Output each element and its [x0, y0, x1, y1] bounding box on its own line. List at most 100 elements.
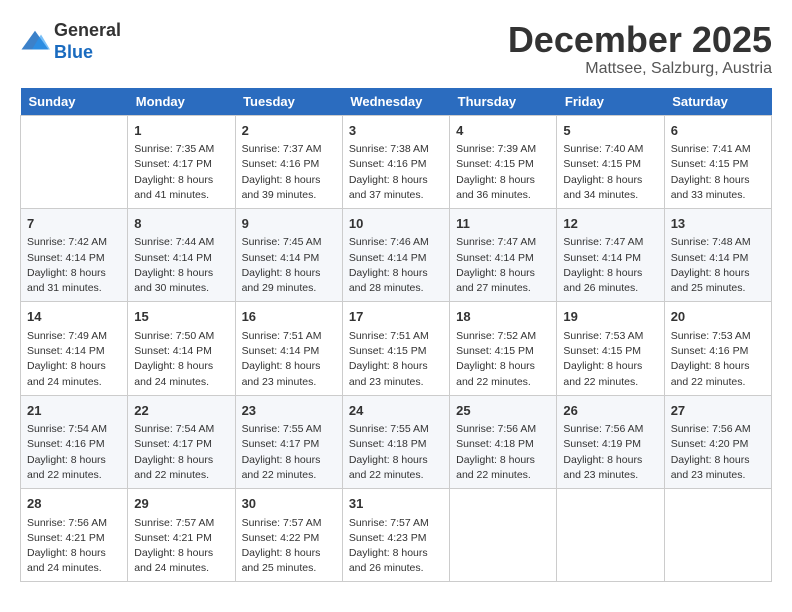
day-number: 14 — [27, 307, 121, 327]
title-section: December 2025 Mattsee, Salzburg, Austria — [508, 20, 772, 78]
day-number: 26 — [563, 401, 657, 421]
day-info: Sunrise: 7:55 AM Sunset: 4:18 PM Dayligh… — [349, 422, 443, 483]
day-number: 7 — [27, 214, 121, 234]
day-number: 2 — [242, 121, 336, 141]
logo: General Blue — [20, 20, 121, 63]
day-info: Sunrise: 7:40 AM Sunset: 4:15 PM Dayligh… — [563, 142, 657, 203]
week-row: 1Sunrise: 7:35 AM Sunset: 4:17 PM Daylig… — [21, 115, 772, 208]
day-info: Sunrise: 7:57 AM Sunset: 4:22 PM Dayligh… — [242, 516, 336, 577]
day-number: 16 — [242, 307, 336, 327]
week-row: 21Sunrise: 7:54 AM Sunset: 4:16 PM Dayli… — [21, 395, 772, 488]
day-info: Sunrise: 7:47 AM Sunset: 4:14 PM Dayligh… — [456, 235, 550, 296]
day-info: Sunrise: 7:35 AM Sunset: 4:17 PM Dayligh… — [134, 142, 228, 203]
calendar-day-cell: 9Sunrise: 7:45 AM Sunset: 4:14 PM Daylig… — [235, 208, 342, 301]
day-info: Sunrise: 7:53 AM Sunset: 4:15 PM Dayligh… — [563, 329, 657, 390]
day-number: 22 — [134, 401, 228, 421]
day-info: Sunrise: 7:56 AM Sunset: 4:19 PM Dayligh… — [563, 422, 657, 483]
calendar-day-cell: 11Sunrise: 7:47 AM Sunset: 4:14 PM Dayli… — [450, 208, 557, 301]
day-number: 21 — [27, 401, 121, 421]
day-number: 28 — [27, 494, 121, 514]
calendar-day-cell: 22Sunrise: 7:54 AM Sunset: 4:17 PM Dayli… — [128, 395, 235, 488]
day-info: Sunrise: 7:55 AM Sunset: 4:17 PM Dayligh… — [242, 422, 336, 483]
day-info: Sunrise: 7:52 AM Sunset: 4:15 PM Dayligh… — [456, 329, 550, 390]
logo-text: General Blue — [54, 20, 121, 63]
day-info: Sunrise: 7:47 AM Sunset: 4:14 PM Dayligh… — [563, 235, 657, 296]
day-of-week-header: Sunday — [21, 88, 128, 116]
day-number: 13 — [671, 214, 765, 234]
calendar-day-cell: 16Sunrise: 7:51 AM Sunset: 4:14 PM Dayli… — [235, 302, 342, 395]
day-number: 9 — [242, 214, 336, 234]
logo-blue-text: Blue — [54, 42, 93, 62]
empty-cell — [557, 489, 664, 582]
day-info: Sunrise: 7:38 AM Sunset: 4:16 PM Dayligh… — [349, 142, 443, 203]
day-number: 8 — [134, 214, 228, 234]
page-header: General Blue December 2025 Mattsee, Salz… — [20, 20, 772, 78]
calendar-day-cell: 21Sunrise: 7:54 AM Sunset: 4:16 PM Dayli… — [21, 395, 128, 488]
day-info: Sunrise: 7:57 AM Sunset: 4:23 PM Dayligh… — [349, 516, 443, 577]
week-row: 7Sunrise: 7:42 AM Sunset: 4:14 PM Daylig… — [21, 208, 772, 301]
calendar-day-cell: 29Sunrise: 7:57 AM Sunset: 4:21 PM Dayli… — [128, 489, 235, 582]
day-number: 27 — [671, 401, 765, 421]
day-number: 23 — [242, 401, 336, 421]
day-info: Sunrise: 7:51 AM Sunset: 4:14 PM Dayligh… — [242, 329, 336, 390]
day-info: Sunrise: 7:49 AM Sunset: 4:14 PM Dayligh… — [27, 329, 121, 390]
empty-cell — [450, 489, 557, 582]
calendar-day-cell: 5Sunrise: 7:40 AM Sunset: 4:15 PM Daylig… — [557, 115, 664, 208]
day-info: Sunrise: 7:53 AM Sunset: 4:16 PM Dayligh… — [671, 329, 765, 390]
week-row: 28Sunrise: 7:56 AM Sunset: 4:21 PM Dayli… — [21, 489, 772, 582]
day-info: Sunrise: 7:54 AM Sunset: 4:17 PM Dayligh… — [134, 422, 228, 483]
logo-icon — [20, 27, 50, 57]
calendar-day-cell: 12Sunrise: 7:47 AM Sunset: 4:14 PM Dayli… — [557, 208, 664, 301]
calendar-day-cell: 4Sunrise: 7:39 AM Sunset: 4:15 PM Daylig… — [450, 115, 557, 208]
empty-cell — [664, 489, 771, 582]
calendar-day-cell: 8Sunrise: 7:44 AM Sunset: 4:14 PM Daylig… — [128, 208, 235, 301]
day-info: Sunrise: 7:56 AM Sunset: 4:21 PM Dayligh… — [27, 516, 121, 577]
calendar-day-cell: 14Sunrise: 7:49 AM Sunset: 4:14 PM Dayli… — [21, 302, 128, 395]
day-info: Sunrise: 7:56 AM Sunset: 4:18 PM Dayligh… — [456, 422, 550, 483]
day-number: 15 — [134, 307, 228, 327]
day-number: 17 — [349, 307, 443, 327]
calendar-day-cell: 1Sunrise: 7:35 AM Sunset: 4:17 PM Daylig… — [128, 115, 235, 208]
calendar-table: SundayMondayTuesdayWednesdayThursdayFrid… — [20, 88, 772, 583]
month-title: December 2025 — [508, 20, 772, 60]
day-number: 18 — [456, 307, 550, 327]
day-info: Sunrise: 7:42 AM Sunset: 4:14 PM Dayligh… — [27, 235, 121, 296]
day-info: Sunrise: 7:57 AM Sunset: 4:21 PM Dayligh… — [134, 516, 228, 577]
day-info: Sunrise: 7:37 AM Sunset: 4:16 PM Dayligh… — [242, 142, 336, 203]
day-of-week-header: Friday — [557, 88, 664, 116]
day-number: 1 — [134, 121, 228, 141]
calendar-day-cell: 26Sunrise: 7:56 AM Sunset: 4:19 PM Dayli… — [557, 395, 664, 488]
day-number: 29 — [134, 494, 228, 514]
calendar-day-cell: 24Sunrise: 7:55 AM Sunset: 4:18 PM Dayli… — [342, 395, 449, 488]
day-number: 31 — [349, 494, 443, 514]
day-number: 20 — [671, 307, 765, 327]
day-number: 24 — [349, 401, 443, 421]
day-number: 30 — [242, 494, 336, 514]
day-info: Sunrise: 7:41 AM Sunset: 4:15 PM Dayligh… — [671, 142, 765, 203]
calendar-header-row: SundayMondayTuesdayWednesdayThursdayFrid… — [21, 88, 772, 116]
calendar-day-cell: 25Sunrise: 7:56 AM Sunset: 4:18 PM Dayli… — [450, 395, 557, 488]
calendar-day-cell: 18Sunrise: 7:52 AM Sunset: 4:15 PM Dayli… — [450, 302, 557, 395]
calendar-day-cell: 17Sunrise: 7:51 AM Sunset: 4:15 PM Dayli… — [342, 302, 449, 395]
calendar-day-cell: 10Sunrise: 7:46 AM Sunset: 4:14 PM Dayli… — [342, 208, 449, 301]
day-number: 25 — [456, 401, 550, 421]
day-info: Sunrise: 7:48 AM Sunset: 4:14 PM Dayligh… — [671, 235, 765, 296]
calendar-day-cell: 28Sunrise: 7:56 AM Sunset: 4:21 PM Dayli… — [21, 489, 128, 582]
location-title: Mattsee, Salzburg, Austria — [508, 60, 772, 78]
calendar-day-cell: 13Sunrise: 7:48 AM Sunset: 4:14 PM Dayli… — [664, 208, 771, 301]
day-of-week-header: Saturday — [664, 88, 771, 116]
calendar-day-cell: 15Sunrise: 7:50 AM Sunset: 4:14 PM Dayli… — [128, 302, 235, 395]
day-info: Sunrise: 7:39 AM Sunset: 4:15 PM Dayligh… — [456, 142, 550, 203]
day-number: 11 — [456, 214, 550, 234]
week-row: 14Sunrise: 7:49 AM Sunset: 4:14 PM Dayli… — [21, 302, 772, 395]
day-of-week-header: Monday — [128, 88, 235, 116]
day-number: 19 — [563, 307, 657, 327]
day-info: Sunrise: 7:44 AM Sunset: 4:14 PM Dayligh… — [134, 235, 228, 296]
calendar-day-cell: 7Sunrise: 7:42 AM Sunset: 4:14 PM Daylig… — [21, 208, 128, 301]
day-of-week-header: Tuesday — [235, 88, 342, 116]
calendar-day-cell: 3Sunrise: 7:38 AM Sunset: 4:16 PM Daylig… — [342, 115, 449, 208]
day-of-week-header: Thursday — [450, 88, 557, 116]
day-number: 4 — [456, 121, 550, 141]
day-number: 12 — [563, 214, 657, 234]
calendar-day-cell: 31Sunrise: 7:57 AM Sunset: 4:23 PM Dayli… — [342, 489, 449, 582]
